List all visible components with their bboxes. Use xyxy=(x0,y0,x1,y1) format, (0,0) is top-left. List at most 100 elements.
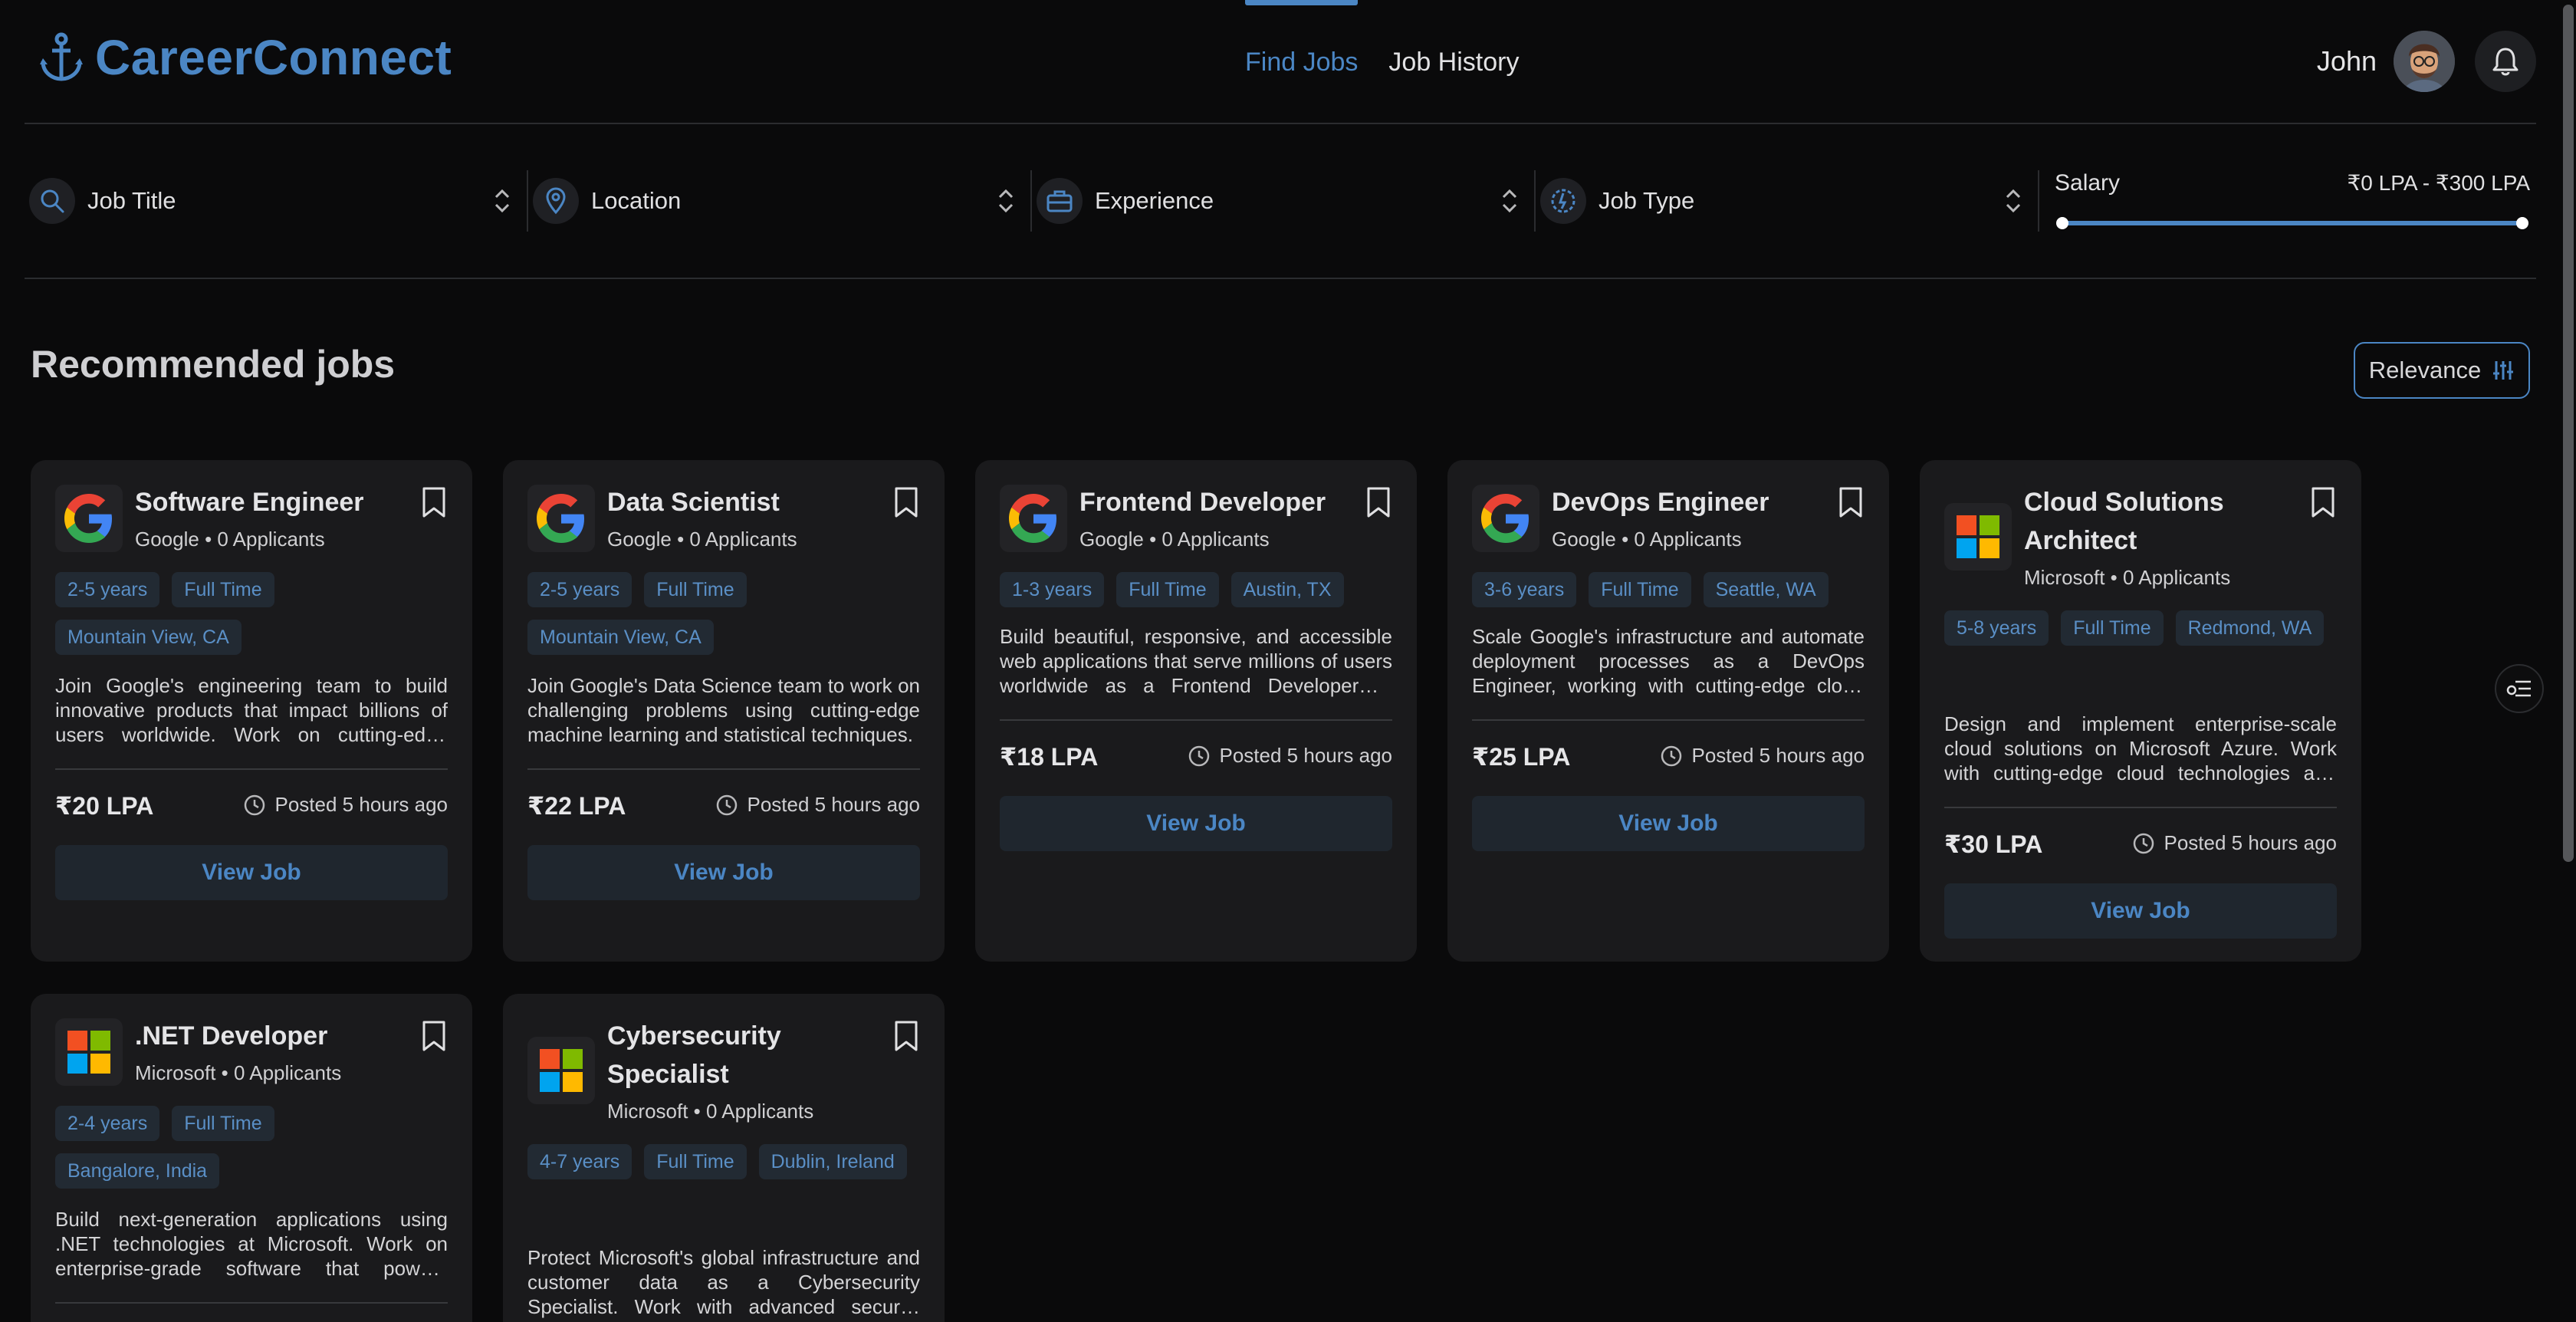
company-line: Microsoft • 0 Applicants xyxy=(2024,566,2231,589)
job-card[interactable]: Cybersecurity Specialist Microsoft • 0 A… xyxy=(503,994,945,1322)
clock-icon xyxy=(1188,745,1209,766)
job-tags: 2-4 years Full Time Bangalore, India xyxy=(55,1106,448,1189)
job-card[interactable]: Cloud Solutions Architect Microsoft • 0 … xyxy=(1920,460,2361,962)
chevron-updown-icon xyxy=(495,189,510,213)
location-tag: Bangalore, India xyxy=(55,1153,220,1189)
bookmark-icon[interactable] xyxy=(420,1020,448,1052)
job-card[interactable]: .NET Developer Microsoft • 0 Applicants … xyxy=(31,994,472,1322)
clock-icon xyxy=(1661,745,1681,766)
view-job-button[interactable]: View Job xyxy=(55,845,448,900)
bell-icon xyxy=(2492,48,2518,76)
bookmark-icon[interactable] xyxy=(1365,486,1392,518)
experience-tag: 1-3 years xyxy=(1000,572,1105,607)
experience-tag: 2-5 years xyxy=(527,572,632,607)
clock-icon xyxy=(716,794,737,815)
posted-label: Posted 5 hours ago xyxy=(274,793,449,816)
posted-label: Posted 5 hours ago xyxy=(1219,744,1393,767)
bookmark-icon[interactable] xyxy=(892,1020,920,1052)
microsoft-logo xyxy=(55,1018,123,1086)
company-line: Microsoft • 0 Applicants xyxy=(135,1061,342,1084)
company-line: Google • 0 Applicants xyxy=(1079,528,1270,551)
job-tags: 5-8 years Full Time Redmond, WA xyxy=(1944,610,2337,646)
company-line: Google • 0 Applicants xyxy=(135,528,325,551)
job-tags: 4-7 years Full Time Dublin, Ireland xyxy=(527,1144,920,1179)
main-nav: Find Jobs Job History xyxy=(1245,0,1519,124)
brand-logo[interactable]: CareerConnect xyxy=(38,29,452,86)
user-avatar-image xyxy=(2394,31,2455,92)
posted-label: Posted 5 hours ago xyxy=(1691,744,1865,767)
bookmark-icon[interactable] xyxy=(420,486,448,518)
location-tag: Seattle, WA xyxy=(1703,572,1829,607)
sort-relevance-button[interactable]: Relevance xyxy=(2354,342,2530,399)
experience-tag: 2-4 years xyxy=(55,1106,160,1141)
clock-icon xyxy=(244,794,264,815)
google-logo xyxy=(1472,485,1539,552)
brand-name: CareerConnect xyxy=(95,30,452,85)
sliders-icon xyxy=(2493,361,2514,380)
job-card[interactable]: Frontend Developer Google • 0 Applicants… xyxy=(975,460,1417,962)
salary-filter: Salary ₹0 LPA - ₹300 LPA xyxy=(2039,170,2536,232)
job-title[interactable]: .NET Developer xyxy=(135,1017,403,1055)
job-tags: 3-6 years Full Time Seattle, WA xyxy=(1472,572,1865,607)
posted-time: Posted 5 hours ago xyxy=(243,793,449,817)
job-card[interactable]: Data Scientist Google • 0 Applicants 2-5… xyxy=(503,460,945,962)
scrollbar-thumb[interactable] xyxy=(2563,5,2574,862)
job-description: Build next-generation applications using… xyxy=(55,1208,448,1280)
job-salary: ₹30 LPA xyxy=(1944,830,2043,858)
job-title-label: Job Title xyxy=(87,187,176,214)
user-name: John xyxy=(2316,45,2377,77)
job-tags: 2-5 years Full Time Mountain View, CA xyxy=(527,572,920,655)
google-logo xyxy=(1000,485,1067,552)
job-type-tag: Full Time xyxy=(644,572,747,607)
experience-filter[interactable]: Experience xyxy=(1032,170,1536,232)
job-title[interactable]: Cloud Solutions Architect xyxy=(2024,483,2292,560)
nav-job-history[interactable]: Job History xyxy=(1388,0,1519,124)
microsoft-logo xyxy=(527,1037,595,1104)
filter-toggle-button[interactable] xyxy=(2495,664,2544,713)
posted-time: Posted 5 hours ago xyxy=(1188,744,1393,768)
view-job-button[interactable]: View Job xyxy=(527,845,920,900)
salary-range-slider[interactable] xyxy=(2055,215,2530,232)
location-tag: Redmond, WA xyxy=(2175,610,2325,646)
job-card[interactable]: Software Engineer Google • 0 Applicants … xyxy=(31,460,472,962)
nav-find-jobs[interactable]: Find Jobs xyxy=(1245,0,1359,124)
view-job-button[interactable]: View Job xyxy=(1472,796,1865,851)
posted-time: Posted 5 hours ago xyxy=(2132,831,2337,855)
location-filter[interactable]: Location xyxy=(528,170,1032,232)
job-title[interactable]: DevOps Engineer xyxy=(1552,483,1820,521)
posted-label: Posted 5 hours ago xyxy=(747,793,921,816)
chevron-updown-icon xyxy=(2006,189,2021,213)
user-menu: John xyxy=(2317,31,2536,92)
job-description: Design and implement enterprise-scale cl… xyxy=(1944,712,2337,784)
salary-range-value: ₹0 LPA - ₹300 LPA xyxy=(2347,171,2530,195)
job-salary: ₹25 LPA xyxy=(1472,743,1571,771)
job-salary: ₹20 LPA xyxy=(55,792,154,820)
slider-max-handle xyxy=(2516,217,2528,229)
anchor-icon xyxy=(40,32,83,81)
company-line: Google • 0 Applicants xyxy=(1552,528,1742,551)
avatar[interactable] xyxy=(2394,31,2455,92)
job-title[interactable]: Cybersecurity Specialist xyxy=(607,1017,876,1093)
location-pin-icon xyxy=(533,178,579,224)
job-type-filter[interactable]: Job Type xyxy=(1536,170,2039,232)
bookmark-icon[interactable] xyxy=(1837,486,1865,518)
top-navbar: CareerConnect Find Jobs Job History John xyxy=(25,0,2536,124)
job-title[interactable]: Data Scientist xyxy=(607,483,876,521)
bookmark-icon[interactable] xyxy=(892,486,920,518)
job-card[interactable]: DevOps Engineer Google • 0 Applicants 3-… xyxy=(1447,460,1889,962)
experience-tag: 2-5 years xyxy=(55,572,160,607)
search-icon xyxy=(29,178,75,224)
view-job-button[interactable]: View Job xyxy=(1000,796,1392,851)
notifications-button[interactable] xyxy=(2475,31,2536,92)
bookmark-icon[interactable] xyxy=(2309,486,2337,518)
job-title[interactable]: Frontend Developer xyxy=(1079,483,1348,521)
job-type-label: Job Type xyxy=(1598,187,1695,214)
job-title-filter[interactable]: Job Title xyxy=(25,170,528,232)
job-title[interactable]: Software Engineer xyxy=(135,483,403,521)
job-type-tag: Full Time xyxy=(2061,610,2164,646)
job-description: Protect Microsoft's global infrastructur… xyxy=(527,1246,920,1318)
view-job-button[interactable]: View Job xyxy=(1944,883,2337,939)
divider xyxy=(1944,807,2337,808)
job-type-tag: Full Time xyxy=(1589,572,1691,607)
job-tags: 1-3 years Full Time Austin, TX xyxy=(1000,572,1392,607)
